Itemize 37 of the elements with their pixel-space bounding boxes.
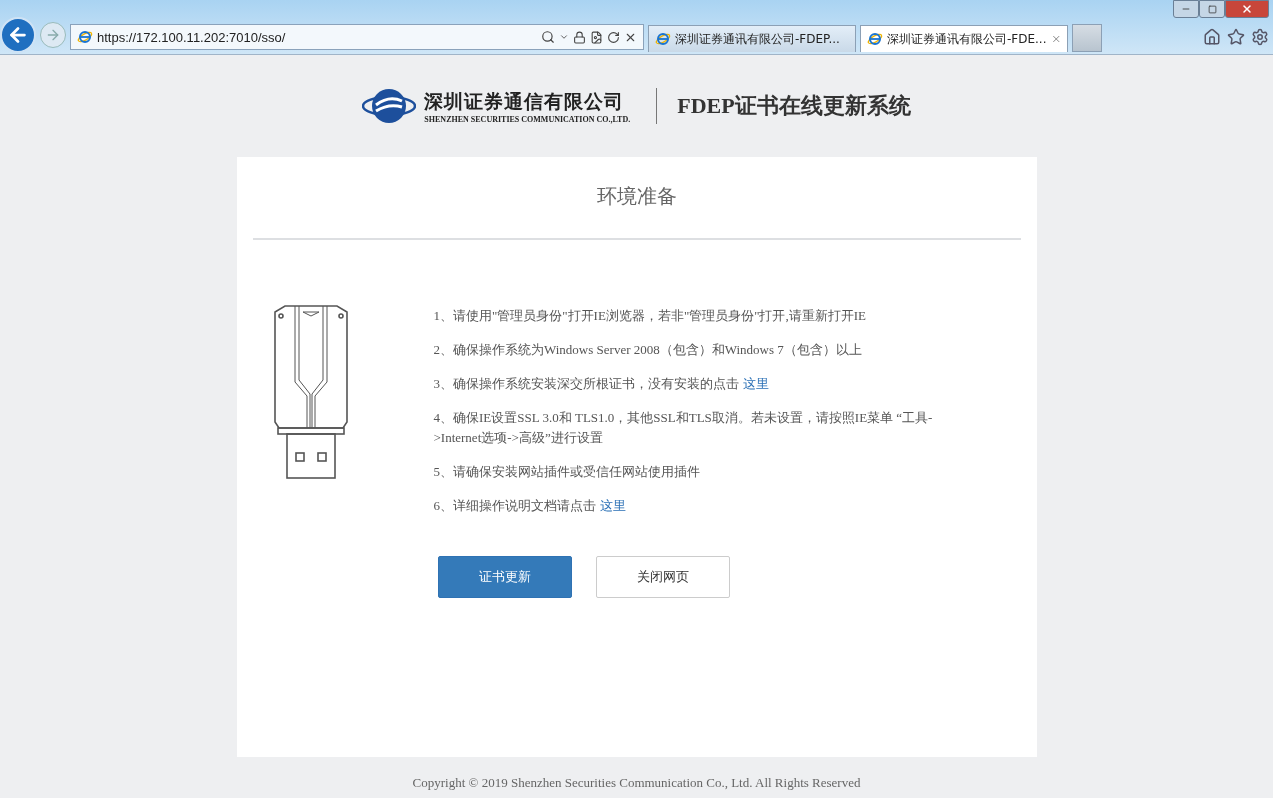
maximize-button[interactable] bbox=[1199, 0, 1225, 18]
company-name: 深圳证券通信有限公司 bbox=[424, 88, 626, 114]
settings-icon[interactable] bbox=[1251, 28, 1269, 46]
home-icon[interactable] bbox=[1203, 28, 1221, 46]
minimize-button[interactable] bbox=[1173, 0, 1199, 18]
close-page-button[interactable]: 关闭网页 bbox=[595, 556, 730, 598]
instruction-text: 5、请确保安装网站插件或受信任网站使用插件 bbox=[433, 463, 701, 481]
close-button[interactable] bbox=[1225, 0, 1269, 18]
dropdown-icon[interactable] bbox=[559, 32, 569, 42]
instruction-text: 3、确保操作系统安装深交所根证书，没有安装的点击 这里 bbox=[433, 375, 770, 393]
forward-arrow-icon bbox=[45, 27, 61, 43]
browser-icon bbox=[867, 31, 883, 47]
search-icon[interactable] bbox=[541, 30, 555, 44]
back-button[interactable] bbox=[0, 17, 36, 53]
refresh-icon[interactable] bbox=[607, 30, 620, 44]
system-title: FDEP证书在线更新系统 bbox=[677, 92, 911, 120]
star-icon[interactable] bbox=[1227, 28, 1245, 46]
maximize-icon bbox=[1207, 4, 1217, 14]
browser-icon bbox=[77, 29, 93, 45]
page-icon[interactable] bbox=[590, 30, 603, 44]
browser-tab[interactable]: 深圳证券通讯有限公司-FDE... bbox=[860, 25, 1068, 52]
company-english-name: SHENZHEN SECURITIES COMMUNICATION CO.,LTD. bbox=[424, 114, 631, 124]
browser-tab[interactable]: 深圳证券通讯有限公司-FDEP... bbox=[648, 25, 856, 52]
copyright-text: Copyright © 2019 Shenzhen Securities Communication Co., Ltd. All Rights Reserved bbox=[412, 775, 861, 791]
instruction-text: 2、确保操作系统为Windows Server 2008（包含）和Windows 7（包含）以上 bbox=[433, 341, 863, 359]
instruction-text: 1、请使用"管理员身份"打开IE浏览器，若非"管理员身份"打开,请重新打开IE bbox=[433, 307, 868, 325]
address-bar[interactable]: https://172.100.11.202:7010/sso/ bbox=[70, 24, 644, 50]
instruction-text: 4、确保IE设置SSL 3.0和 TLS1.0，其他SSL和TLS取消。若未设置，请按照IE菜单 “工具->Internet选项->高级”进行设置 bbox=[433, 409, 934, 447]
lock-icon[interactable] bbox=[573, 30, 586, 44]
instruction-text: 6、详细操作说明文档请点击 这里 bbox=[433, 497, 627, 515]
logo-icon bbox=[362, 87, 417, 125]
browser-icon bbox=[655, 31, 671, 47]
card-title: 环境准备 bbox=[252, 157, 1021, 240]
here-link[interactable]: 这里 bbox=[600, 498, 626, 513]
update-certificate-button[interactable]: 证书更新 bbox=[437, 556, 572, 598]
here-link[interactable]: 这里 bbox=[743, 376, 769, 391]
close-icon bbox=[1241, 3, 1253, 15]
